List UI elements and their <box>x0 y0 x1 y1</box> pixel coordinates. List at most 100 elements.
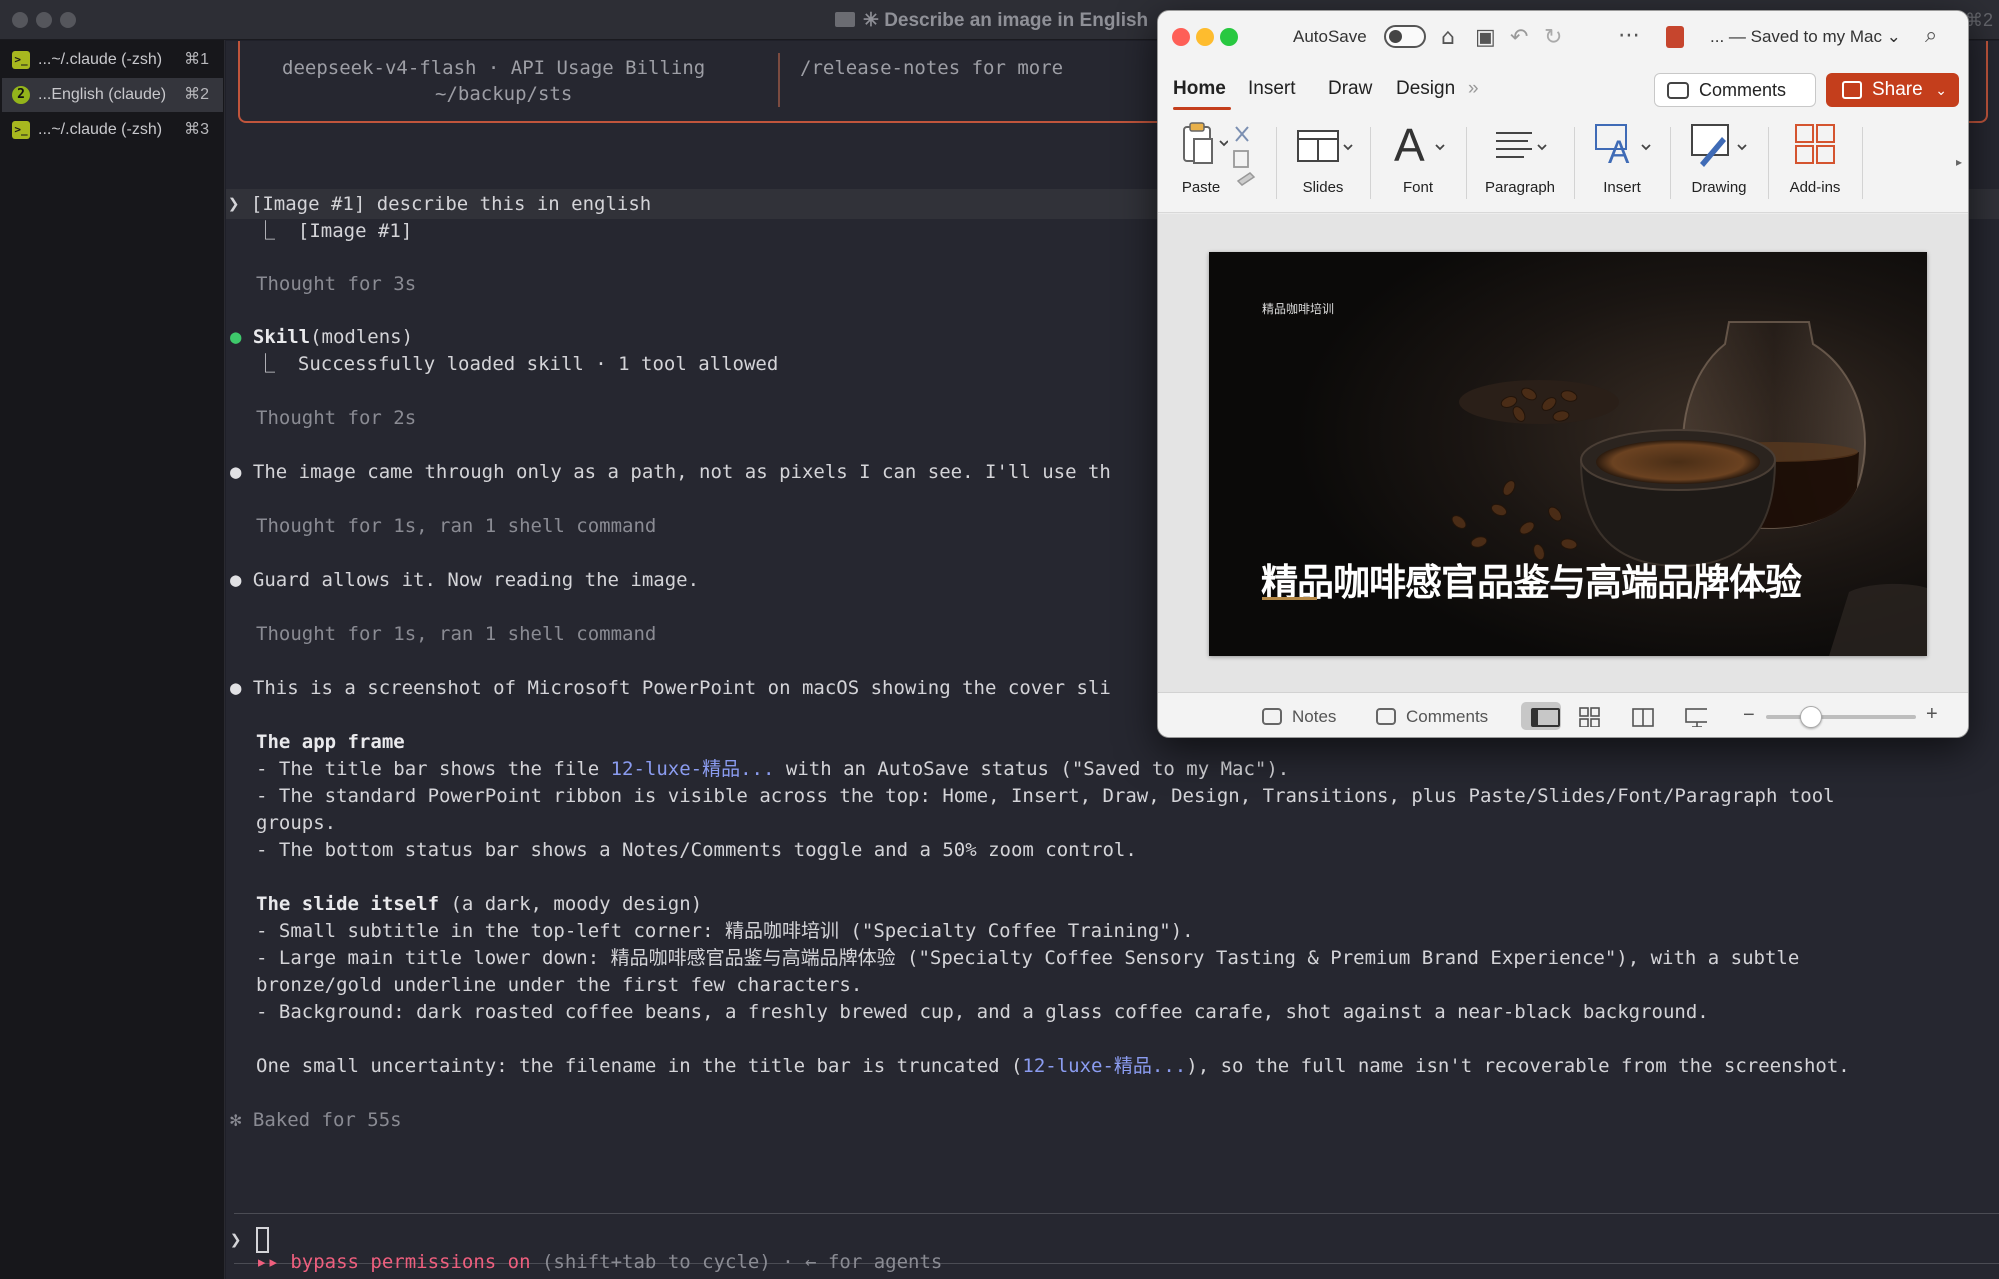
save-icon[interactable]: ▣ <box>1475 25 1496 50</box>
thought-status: Thought for 1s, ran 1 shell command <box>256 515 657 537</box>
status-dot-icon: ● <box>230 326 242 348</box>
permissions-footer[interactable]: ▸▸ bypass permissions on (shift+tab to c… <box>256 1249 942 1275</box>
tabs-overflow-icon[interactable]: » <box>1468 78 1479 100</box>
slide-title[interactable]: 精品咖啡感官品鉴与高端品牌体验 <box>1261 552 1802 606</box>
image-attachment[interactable]: ⎿ [Image #1] <box>256 218 412 244</box>
zoom-slider-handle[interactable] <box>1800 706 1822 728</box>
chevron-down-icon: ⌄ <box>1935 82 1947 98</box>
paragraph-icon <box>1496 132 1547 158</box>
more-icon[interactable]: ⋯ <box>1618 23 1640 48</box>
close-window-button[interactable] <box>12 12 28 28</box>
home-icon[interactable]: ⌂ <box>1441 25 1455 50</box>
description-line: One small uncertainty: the filename in t… <box>256 1055 1850 1077</box>
zoom-window-button[interactable] <box>1220 28 1238 46</box>
comments-button[interactable]: Comments <box>1654 73 1816 107</box>
skill-result: ⎿ Successfully loaded skill · 1 tool all… <box>256 353 779 375</box>
powerpoint-window[interactable]: AutoSave ⌂ ▣ ↶ ↻ ⋯ ... — Saved to my Mac… <box>1157 10 1969 738</box>
slide-subtitle[interactable]: 精品咖啡培训 <box>1262 300 1334 317</box>
bullet-icon: ● <box>230 569 242 591</box>
description-line: - The title bar shows the file 12-luxe-精… <box>256 758 1290 780</box>
release-notes-hint: /release-notes for more <box>800 57 1064 79</box>
slides-group[interactable]: Slides <box>1282 113 1364 213</box>
reading-view-icon[interactable] <box>1632 707 1654 727</box>
zoom-in-button[interactable]: + <box>1926 703 1938 726</box>
redo-icon[interactable]: ↻ <box>1544 25 1562 50</box>
filename-link[interactable]: 12-luxe-精品... <box>611 758 775 780</box>
share-button[interactable]: Share ⌄ <box>1826 73 1959 107</box>
thought-status: Thought for 3s <box>256 273 417 295</box>
tab-draw[interactable]: Draw <box>1328 78 1372 100</box>
insert-shape-icon: A <box>1595 124 1651 170</box>
ribbon-separator <box>1370 127 1371 199</box>
description-line: groups. <box>256 812 337 834</box>
zoom-slider-track[interactable] <box>1766 715 1916 719</box>
sidebar-tab-label: ...English (claude) <box>38 86 167 103</box>
terminal-icon: >_ <box>12 51 30 69</box>
insert-group[interactable]: A Insert <box>1580 113 1664 213</box>
tab-home[interactable]: Home <box>1173 78 1226 100</box>
ribbon-scroll-right-icon[interactable]: ▸ <box>1956 155 1962 169</box>
slide-sorter-icon[interactable] <box>1579 707 1601 727</box>
tab-design[interactable]: Design <box>1396 78 1455 100</box>
sidebar-tab-label: ...~/.claude (-zsh) <box>38 51 163 68</box>
user-prompt: ❯ [Image #1] describe this in english <box>228 193 652 215</box>
normal-view-button[interactable] <box>1521 702 1561 730</box>
close-window-button[interactable] <box>1172 28 1190 46</box>
insert-label: Insert <box>1603 179 1641 196</box>
clipboard-tools-icons[interactable] <box>1228 123 1268 203</box>
description-line: - Background: dark roasted coffee beans,… <box>256 1001 1709 1023</box>
ribbon-separator <box>1276 127 1277 199</box>
input-divider <box>234 1213 1999 1214</box>
cover-slide[interactable]: 精品咖啡培训 精品咖啡感官品鉴与高端品牌体验 <box>1209 252 1927 656</box>
filename-link[interactable]: 12-luxe-精品... <box>1022 1055 1186 1077</box>
terminal-icon: >_ <box>12 121 30 139</box>
comment-icon <box>1667 82 1689 99</box>
notes-button[interactable]: Notes <box>1262 707 1336 727</box>
section-heading: The app frame <box>256 731 405 753</box>
add-ins-label: Add-ins <box>1789 179 1841 196</box>
undo-icon[interactable]: ↶ <box>1510 25 1528 50</box>
minimize-window-button[interactable] <box>1196 28 1214 46</box>
svg-text:A: A <box>1394 119 1425 171</box>
autosave-toggle[interactable] <box>1384 25 1426 48</box>
zoom-window-button[interactable] <box>60 12 76 28</box>
skill-call: ● Skill(modlens) <box>230 326 414 348</box>
folder-icon <box>835 12 855 27</box>
description-line: - The bottom status bar shows a Notes/Co… <box>256 839 1137 861</box>
bullet-icon: ● <box>230 461 242 483</box>
minimize-window-button[interactable] <box>36 12 52 28</box>
assistant-message: ● This is a screenshot of Microsoft Powe… <box>230 677 1111 699</box>
bullet-icon: ● <box>230 677 242 699</box>
sidebar-tab-3[interactable]: >_ ...~/.claude (-zsh) ⌘3 <box>2 113 223 147</box>
assistant-message: ● The image came through only as a path,… <box>230 461 1111 483</box>
ribbon-tabs: Home Insert Draw Design » Comments Share… <box>1158 63 1968 113</box>
sidebar-tab-1[interactable]: >_ ...~/.claude (-zsh) ⌘1 <box>2 43 223 77</box>
comment-icon <box>1376 708 1396 725</box>
save-status[interactable]: ... — Saved to my Mac ⌄ <box>1710 27 1901 47</box>
ribbon-separator <box>1466 127 1467 199</box>
assistant-message: ● Guard allows it. Now reading the image… <box>230 569 700 591</box>
paste-group[interactable]: Paste <box>1166 113 1236 213</box>
slideshow-icon[interactable] <box>1685 707 1707 727</box>
font-group[interactable]: A Font <box>1376 113 1460 213</box>
slide-canvas[interactable]: 精品咖啡培训 精品咖啡感官品鉴与高端品牌体验 <box>1158 214 1968 692</box>
font-label: Font <box>1402 179 1433 196</box>
slides-icon <box>1297 130 1353 162</box>
clipboard-icon <box>1183 122 1228 164</box>
elapsed-status: ✻ Baked for 55s <box>230 1109 402 1131</box>
add-ins-group[interactable]: Add-ins <box>1774 113 1856 213</box>
ribbon-separator <box>1670 127 1671 199</box>
zoom-out-button[interactable]: − <box>1743 704 1755 727</box>
sidebar-tab-2[interactable]: 2 ...English (claude) ⌘2 <box>2 78 223 112</box>
ribbon-toolbar: Paste Slides A Font Paragraph A Insert D… <box>1158 113 1968 213</box>
tab-insert[interactable]: Insert <box>1248 78 1296 100</box>
model-info: deepseek-v4-flash · API Usage Billing <box>282 57 706 79</box>
paragraph-group[interactable]: Paragraph <box>1472 113 1568 213</box>
active-tab-indicator <box>1173 107 1231 110</box>
font-icon: A <box>1394 119 1445 171</box>
search-icon[interactable]: ⌕ <box>1925 23 1937 48</box>
comments-pane-button[interactable]: Comments <box>1376 707 1488 727</box>
section-heading: The slide itself (a dark, moody design) <box>256 893 703 915</box>
drawing-group[interactable]: Drawing <box>1676 113 1762 213</box>
autosave-label: AutoSave <box>1293 27 1367 46</box>
